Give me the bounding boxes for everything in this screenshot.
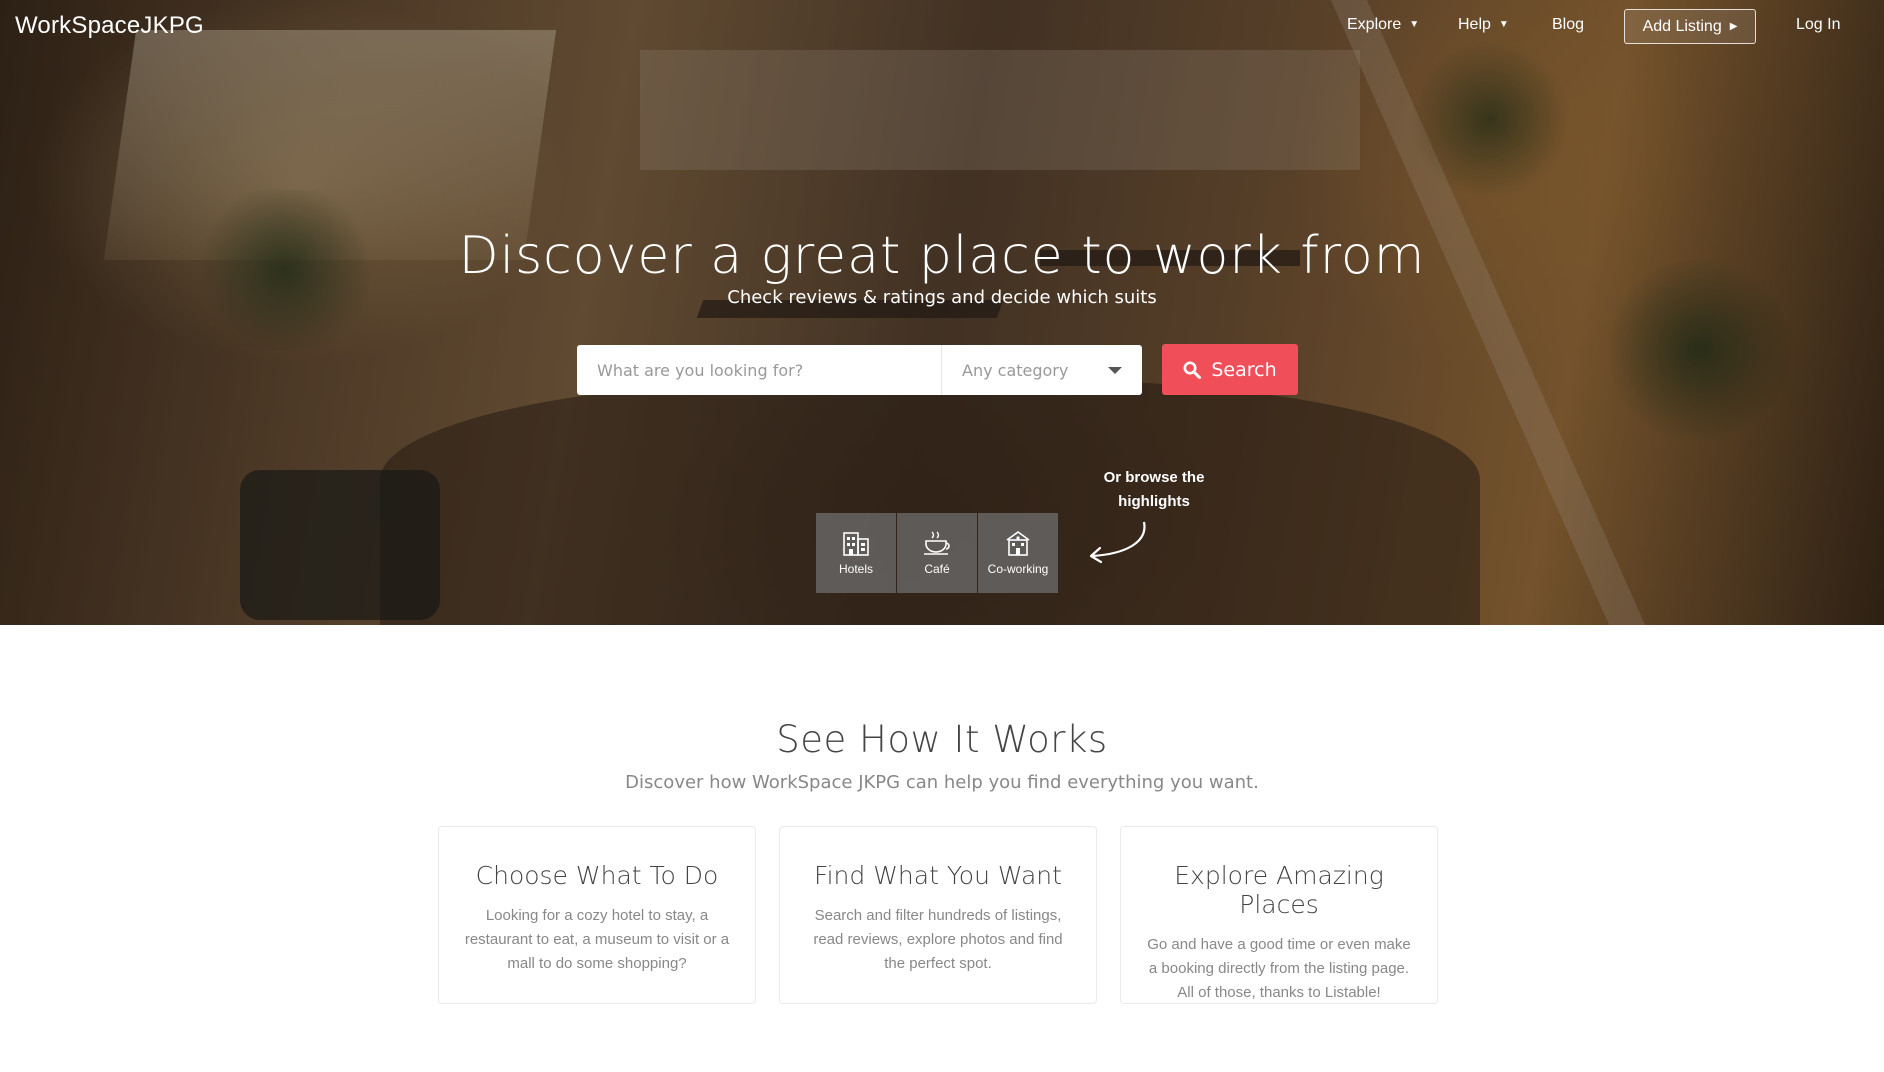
add-listing-label: Add Listing <box>1642 17 1722 35</box>
category-highlights: Hotels Café Co-working <box>816 513 1058 593</box>
how-card: Choose What To Do Looking for a cozy hot… <box>438 826 756 1004</box>
hero-title: Discover a great place to work from <box>458 226 1426 286</box>
site-logo[interactable]: WorkSpaceJKPG <box>15 12 204 40</box>
how-card-title: Explore Amazing Places <box>1174 861 1384 919</box>
nav-blog[interactable]: Blog <box>1552 16 1584 34</box>
how-it-works-title: See How It Works <box>776 718 1108 761</box>
category-coworking[interactable]: Co-working <box>978 513 1058 593</box>
how-card-text: Go and have a good time or even make a b… <box>1147 936 1411 1001</box>
category-select[interactable]: Any category <box>941 345 1142 395</box>
how-card-text: Looking for a cozy hotel to stay, a rest… <box>464 907 730 972</box>
chevron-down-icon: ▼ <box>1498 19 1509 31</box>
nav-explore-label: Explore <box>1347 16 1402 33</box>
curved-arrow-icon <box>1089 521 1146 564</box>
category-hotels-label: Hotels <box>838 562 873 576</box>
how-card-title: Choose What To Do <box>475 861 719 890</box>
office-building-icon <box>1006 531 1030 556</box>
nav-help-label: Help <box>1458 16 1491 33</box>
nav-login[interactable]: Log In <box>1796 16 1840 34</box>
how-card-title: Find What You Want <box>814 861 1062 890</box>
hero-section: WorkSpaceJKPG Explore ▼ Help ▼ Blog Add Li… <box>0 0 1884 625</box>
category-cafe-label: Café <box>924 562 950 576</box>
hero-subtitle: Check reviews & ratings and decide which… <box>727 287 1157 308</box>
search-button[interactable]: Search <box>1162 344 1298 395</box>
category-coworking-label: Co-working <box>987 562 1049 576</box>
category-hotels[interactable]: Hotels <box>816 513 896 593</box>
nav-explore[interactable]: Explore ▼ <box>1347 16 1419 34</box>
add-listing-button[interactable]: Add Listing ▶ <box>1624 9 1756 44</box>
search-input[interactable] <box>577 345 941 395</box>
coffee-cup-icon <box>924 531 950 555</box>
browse-highlights-note: Or browse the highlights <box>1103 469 1205 510</box>
category-select-value: Any category <box>962 360 1069 380</box>
search-icon <box>1183 361 1202 379</box>
search-bar: Any category <box>577 345 1142 395</box>
how-card: Find What You Want Search and filter hun… <box>779 826 1097 1004</box>
search-button-label: Search <box>1211 358 1277 381</box>
building-icon <box>843 532 869 556</box>
how-card: Explore Amazing Places Go and have a goo… <box>1120 826 1438 1004</box>
how-it-works-subtitle: Discover how WorkSpace JKPG can help you… <box>625 772 1259 793</box>
how-card-text: Search and filter hundreds of listings, … <box>813 907 1063 972</box>
category-cafe[interactable]: Café <box>897 513 977 593</box>
caret-down-icon <box>1108 366 1122 374</box>
chevron-down-icon: ▼ <box>1409 19 1420 31</box>
nav-help[interactable]: Help ▼ <box>1458 16 1509 34</box>
chevron-right-icon: ▶ <box>1729 21 1738 32</box>
